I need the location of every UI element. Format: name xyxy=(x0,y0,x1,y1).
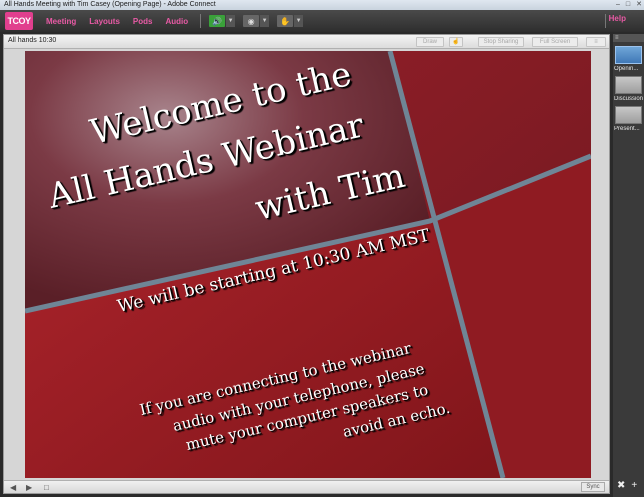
full-screen-button[interactable]: Full Screen xyxy=(532,37,578,47)
chevron-down-icon[interactable]: ▼ xyxy=(294,15,304,27)
next-slide-icon[interactable]: ▶ xyxy=(26,483,32,492)
share-pod: All hands 10:30 Draw ☝ Stop Sharing Full… xyxy=(3,34,610,494)
layout-label-discussion[interactable]: Discussion xyxy=(614,96,644,102)
add-layout-icon[interactable]: + xyxy=(631,480,637,491)
pod-header: All hands 10:30 Draw ☝ Stop Sharing Full… xyxy=(4,35,609,49)
speaker-control[interactable]: 🔊 ▼ xyxy=(209,14,236,28)
previous-slide-icon[interactable]: ◀ xyxy=(10,483,16,492)
status-control[interactable]: ✋ ▼ xyxy=(277,14,304,28)
layout-thumbnail-presentation[interactable] xyxy=(615,106,642,124)
presentation-slide: Welcome to the All Hands Webinar with Ti… xyxy=(25,51,591,478)
slide-thumbnail-icon[interactable]: □ xyxy=(44,483,49,492)
layouts-bar-tools: ✖ + xyxy=(617,480,637,491)
layout-thumbnail-discussion[interactable] xyxy=(615,76,642,94)
window-title: All Hands Meeting with Tim Casey (Openin… xyxy=(4,1,216,8)
menu-divider xyxy=(200,14,202,28)
menu-divider xyxy=(605,14,606,28)
pointer-icon[interactable]: ☝ xyxy=(449,37,463,47)
window-title-bar: All Hands Meeting with Tim Casey (Openin… xyxy=(0,0,644,10)
speaker-icon[interactable]: 🔊 xyxy=(209,15,226,27)
camera-control[interactable]: ◉ ▼ xyxy=(243,14,270,28)
layout-label-presentation[interactable]: Present... xyxy=(614,126,644,132)
pod-title: All hands 10:30 xyxy=(8,37,57,44)
chevron-down-icon[interactable]: ▼ xyxy=(226,15,236,27)
layout-thumbnail-opening[interactable] xyxy=(615,46,642,64)
maximize-button[interactable]: □ xyxy=(626,0,630,10)
webcam-icon[interactable]: ◉ xyxy=(243,15,260,27)
raise-hand-icon[interactable]: ✋ xyxy=(277,15,294,27)
chevron-down-icon[interactable]: ▼ xyxy=(260,15,270,27)
menu-pods[interactable]: Pods xyxy=(133,17,153,26)
menu-audio[interactable]: Audio xyxy=(165,17,188,26)
layout-label-opening[interactable]: Openin... xyxy=(614,66,644,72)
pod-options-icon[interactable]: ≡ xyxy=(586,37,606,47)
sync-button[interactable]: Sync xyxy=(581,482,605,492)
minimize-button[interactable]: – xyxy=(616,0,620,10)
layouts-bar: ≡ Openin... Discussion Present... ✖ + xyxy=(613,34,644,497)
menu-meeting[interactable]: Meeting xyxy=(46,17,76,26)
pod-footer: ◀ ▶ □ Sync xyxy=(4,480,609,493)
stop-sharing-button[interactable]: Stop Sharing xyxy=(478,37,524,47)
close-button[interactable]: ✕ xyxy=(636,0,642,10)
menu-bar: TCOY Meeting Layouts Pods Audio 🔊 ▼ ◉ ▼ … xyxy=(0,10,644,32)
draw-button[interactable]: Draw xyxy=(416,37,444,47)
menu-layouts[interactable]: Layouts xyxy=(89,17,120,26)
help-menu[interactable]: Help xyxy=(609,14,626,23)
room-logo: TCOY xyxy=(5,12,33,30)
window-controls: – □ ✕ xyxy=(616,0,642,10)
collapse-icon[interactable]: ✖ xyxy=(617,480,625,491)
layouts-bar-header: ≡ xyxy=(613,34,644,42)
